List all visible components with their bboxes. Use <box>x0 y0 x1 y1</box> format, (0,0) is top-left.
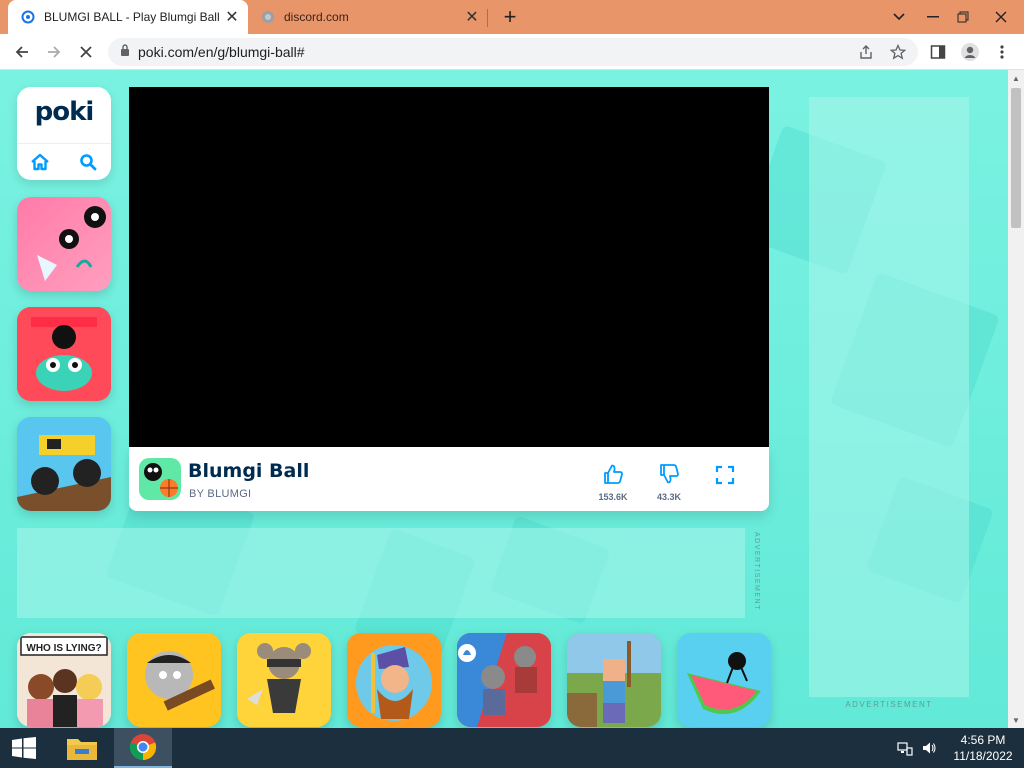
close-icon[interactable]: ✕ <box>222 7 242 27</box>
bookmark-star-icon[interactable] <box>884 38 912 66</box>
game-thumbnail[interactable] <box>127 633 221 727</box>
game-author[interactable]: BY BLUMGI <box>189 488 251 500</box>
volume-icon[interactable] <box>918 728 940 768</box>
minimize-button[interactable] <box>916 0 950 34</box>
game-canvas[interactable] <box>129 87 769 447</box>
tab-separator <box>487 9 488 27</box>
menu-kebab-icon[interactable] <box>988 38 1016 66</box>
taskbar-clock[interactable]: 4:56 PM 11/18/2022 <box>948 732 1018 764</box>
scroll-thumb[interactable] <box>1011 88 1021 228</box>
game-thumbnail[interactable] <box>347 633 441 727</box>
browser-toolbar: poki.com/en/g/blumgi-ball# <box>0 34 1024 70</box>
tab-title: discord.com <box>284 10 349 24</box>
game-thumbnail[interactable] <box>457 633 551 727</box>
divider <box>17 143 111 144</box>
chevron-down-icon[interactable] <box>882 0 916 34</box>
scroll-up-arrow[interactable]: ▲ <box>1008 70 1024 86</box>
game-thumbnail[interactable] <box>17 307 111 401</box>
thumbs-down-icon <box>658 464 680 489</box>
stop-loading-button[interactable] <box>72 38 100 66</box>
game-thumbnail[interactable] <box>237 633 331 727</box>
clock-date: 11/18/2022 <box>953 749 1013 763</box>
game-thumbnail[interactable]: WHO IS LYING? <box>17 633 111 727</box>
windows-start-button[interactable] <box>0 728 48 768</box>
share-icon[interactable] <box>852 38 880 66</box>
back-button[interactable] <box>8 38 36 66</box>
side-panel-icon[interactable] <box>924 38 952 66</box>
poki-page: poki Blumgi Ball BY BLUMGI 153.6K 43.3K … <box>0 70 1008 728</box>
profile-avatar[interactable] <box>956 38 984 66</box>
game-info-bar: Blumgi Ball BY BLUMGI 153.6K 43.3K <box>129 447 769 511</box>
game-thumbnail[interactable] <box>677 633 771 727</box>
globe-icon <box>260 9 276 25</box>
new-tab-button[interactable]: + <box>498 4 522 29</box>
close-icon[interactable]: ✕ <box>462 7 482 27</box>
thumbs-up-icon <box>602 464 624 489</box>
chrome-taskbar-icon[interactable] <box>114 728 172 768</box>
fullscreen-icon[interactable] <box>714 464 736 486</box>
game-thumbnail[interactable] <box>17 417 111 511</box>
lock-icon[interactable] <box>120 43 130 61</box>
network-icon[interactable] <box>894 728 916 768</box>
forward-button[interactable] <box>40 38 68 66</box>
thumbnail-badge: WHO IS LYING? <box>26 643 101 654</box>
tab-discord[interactable]: discord.com ✕ <box>252 0 488 34</box>
address-bar[interactable]: poki.com/en/g/blumgi-ball# <box>108 38 918 66</box>
scroll-down-arrow[interactable]: ▼ <box>1008 712 1024 728</box>
ad-banner-bottom[interactable] <box>17 528 745 618</box>
page-scrollbar[interactable]: ▲ ▼ <box>1008 70 1024 728</box>
tab-blumgi-ball[interactable]: BLUMGI BALL - Play Blumgi Ball o ✕ <box>8 0 248 34</box>
game-thumbnail[interactable] <box>567 633 661 727</box>
game-title: Blumgi Ball <box>188 460 310 482</box>
game-icon <box>139 458 181 500</box>
search-icon[interactable] <box>74 149 102 175</box>
windows-taskbar: 4:56 PM 11/18/2022 <box>0 728 1024 768</box>
dislike-count: 43.3K <box>656 492 682 502</box>
dislike-button[interactable]: 43.3K <box>647 463 691 502</box>
ad-label: ADVERTISEMENT <box>753 532 760 611</box>
game-thumbnail[interactable] <box>17 197 111 291</box>
home-icon[interactable] <box>26 149 54 175</box>
poki-logo[interactable]: poki <box>17 97 111 127</box>
tab-title: BLUMGI BALL - Play Blumgi Ball o <box>44 10 222 24</box>
restore-button[interactable] <box>946 0 980 34</box>
tab-bar: BLUMGI BALL - Play Blumgi Ball o ✕ disco… <box>0 0 1024 34</box>
poki-icon <box>20 9 36 25</box>
clock-time: 4:56 PM <box>960 733 1006 747</box>
poki-logo-card: poki <box>17 87 111 180</box>
url-text: poki.com/en/g/blumgi-ball# <box>138 44 305 60</box>
ad-label: ADVERTISEMENT <box>845 700 933 709</box>
close-window-button[interactable] <box>984 0 1018 34</box>
like-button[interactable]: 153.6K <box>591 463 635 502</box>
like-count: 153.6K <box>598 492 628 502</box>
file-explorer-icon[interactable] <box>56 728 108 768</box>
ad-banner-side[interactable] <box>809 97 969 697</box>
